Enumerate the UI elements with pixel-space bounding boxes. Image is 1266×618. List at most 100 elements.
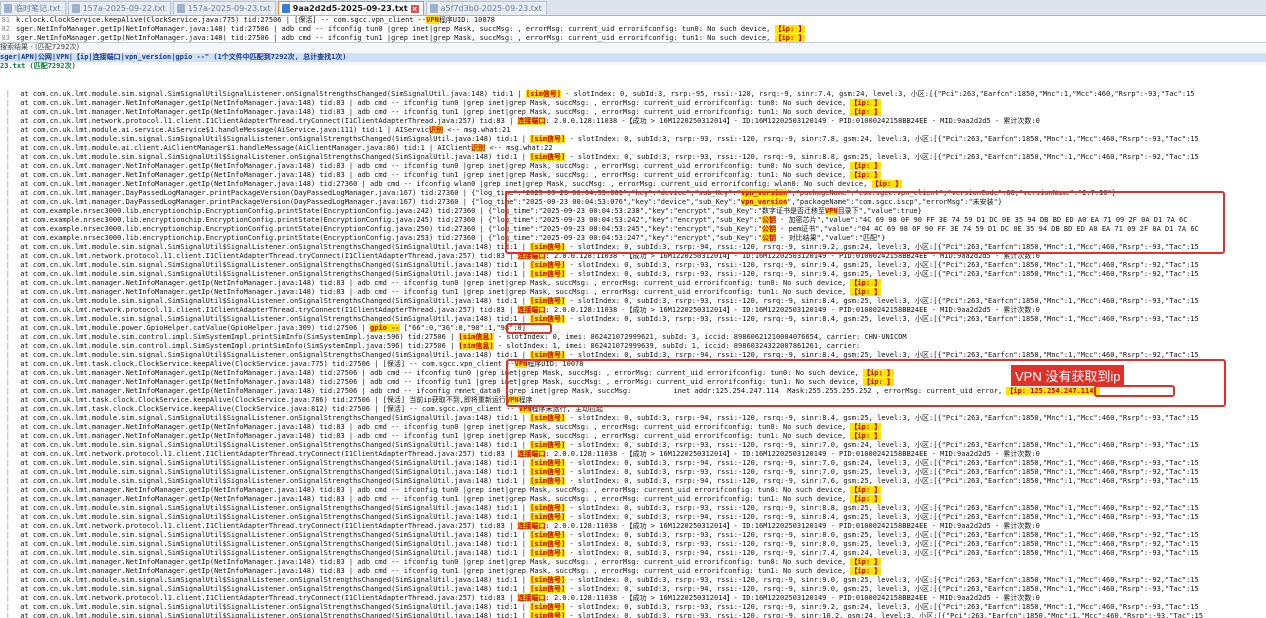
result-gutter: | (5, 450, 10, 458)
result-text: at com.cn.uk.lmt.network.protocol.l1.cli… (16, 117, 1040, 125)
result-line[interactable]: | at com.cn.uk.lmt.module.sim.signal.Sim… (0, 297, 1266, 306)
result-line[interactable]: | at com.cn.uk.lmt.module.sim.signal.Sim… (0, 504, 1266, 513)
search-match-highlight: 识别 (429, 126, 444, 134)
result-text: at com.cn.uk.lmt.manager.NetInfoManager.… (16, 171, 882, 179)
result-gutter: | (5, 135, 10, 143)
result-line[interactable]: | at com.cn.uk.lmt.network.protocol.l1.c… (0, 594, 1266, 603)
result-line[interactable]: | at com.cn.uk.lmt.network.protocol.l1.c… (0, 117, 1266, 126)
results-log-pane[interactable]: | at com.cn.uk.lmt.module.sim.signal.Sim… (0, 90, 1266, 618)
result-line[interactable]: | at com.cn.uk.lmt.manager.NetInfoManage… (0, 171, 1266, 180)
result-line[interactable]: | at com.cn.uk.lmt.network.protocol.l1.c… (0, 522, 1266, 531)
search-match-highlight: 连接端口 (517, 306, 546, 314)
search-match-highlight: 【ip: 】 (774, 25, 806, 33)
result-line[interactable]: | at com.cn.uk.lmt.module.sim.control.im… (0, 333, 1266, 342)
result-line[interactable]: | at com.cn.uk.lmt.module.ai.client.AiCl… (0, 144, 1266, 153)
result-gutter: | (5, 270, 10, 278)
result-line[interactable]: | at com.cn.uk.lmt.module.sim.control.im… (0, 342, 1266, 351)
result-gutter: | (5, 432, 10, 440)
result-gutter: | (5, 513, 10, 521)
result-line[interactable]: | at com.cn.uk.lmt.module.sim.signal.Sim… (0, 540, 1266, 549)
result-gutter: | (5, 603, 10, 611)
search-match-highlight: 连接端口 (517, 117, 546, 125)
result-line[interactable]: | at com.cn.uk.lmt.module.ai.service.AiS… (0, 126, 1266, 135)
tab-1[interactable]: 157a-2025-09-22.txt (67, 1, 171, 15)
result-line[interactable]: | at com.cn.uk.lmt.module.sim.signal.Sim… (0, 585, 1266, 594)
result-gutter: | (5, 126, 10, 134)
result-line[interactable]: | at com.cn.uk.lmt.module.sim.signal.Sim… (0, 270, 1266, 279)
editor-line[interactable]: 81 k.clock.ClockService.keepAlive(ClockSe… (0, 16, 1266, 25)
result-line[interactable]: | at com.cn.uk.lmt.module.sim.signal.Sim… (0, 90, 1266, 99)
result-line[interactable]: | at com.cn.uk.lmt.manager.NetInfoManage… (0, 423, 1266, 432)
result-line[interactable]: | at com.cn.uk.lmt.manager.NetInfoManage… (0, 279, 1266, 288)
result-line[interactable]: | at com.cn.uk.lmt.network.protocol.l1.c… (0, 450, 1266, 459)
result-line[interactable]: | at com.cn.uk.lmt.module.sim.signal.Sim… (0, 414, 1266, 423)
result-gutter: | (5, 207, 10, 215)
tab-0[interactable]: 临时笔记.txt (0, 1, 66, 15)
result-text: at com.cn.uk.lmt.module.sim.signal.SimSi… (16, 477, 1199, 485)
result-line[interactable]: | at com.cn.uk.lmt.module.sim.signal.Sim… (0, 441, 1266, 450)
file-icon (281, 4, 290, 13)
result-text: at com.cn.uk.lmt.module.sim.signal.SimSi… (16, 270, 1199, 278)
search-match-highlight: [sim信号] (530, 612, 566, 618)
result-line[interactable]: | at com.cn.uk.lmt.module.sim.signal.Sim… (0, 612, 1266, 618)
top-editor-pane[interactable]: 81 k.clock.ClockService.keepAlive(ClockSe… (0, 16, 1266, 42)
result-text: at com.cn.uk.lmt.module.sim.signal.SimSi… (16, 351, 1199, 359)
result-line[interactable]: | at com.cn.uk.lmt.manager.NetInfoManage… (0, 180, 1266, 189)
tab-2[interactable]: 157a-2025-09-23.txt (172, 1, 276, 15)
result-line[interactable]: | at com.cn.uk.lmt.manager.NetInfoManage… (0, 558, 1266, 567)
result-text: at com.cn.uk.lmt.module.sim.signal.SimSi… (16, 459, 1199, 467)
line-number: 83 (1, 34, 10, 42)
result-gutter: | (5, 360, 10, 368)
result-text: at com.cn.uk.lmt.module.sim.signal.SimSi… (16, 504, 1199, 512)
result-line[interactable]: | at com.cn.uk.lmt.module.sim.signal.Sim… (0, 315, 1266, 324)
result-line[interactable]: | at com.cn.uk.lmt.module.sim.signal.Sim… (0, 576, 1266, 585)
result-gutter: | (5, 378, 10, 386)
result-line[interactable]: | at com.cn.uk.lmt.manager.NetInfoManage… (0, 99, 1266, 108)
result-text: at com.cn.uk.lmt.manager.NetInfoManager.… (16, 486, 882, 494)
result-line[interactable]: | at com.cn.uk.lmt.module.sim.signal.Sim… (0, 603, 1266, 612)
close-tab-icon[interactable]: × (410, 4, 419, 13)
vpn-version-annotation-box (505, 191, 1225, 254)
result-gutter: | (5, 153, 10, 161)
file-icon (429, 4, 438, 13)
tab-label: 9aa2d2d5-2025-09-23.txt (292, 4, 408, 13)
result-line[interactable]: | at com.cn.uk.lmt.module.sim.signal.Sim… (0, 459, 1266, 468)
result-text: at com.cn.uk.lmt.manager.NetInfoManager.… (16, 495, 882, 503)
result-line[interactable]: | at com.cn.uk.lmt.module.sim.signal.Sim… (0, 468, 1266, 477)
editor-line[interactable]: 83 sger.NetInfoManager.getIp(NetInfoManag… (0, 34, 1266, 42)
line-text: k.clock.ClockService.keepAlive(ClockServ… (16, 16, 495, 24)
result-line[interactable]: | at com.cn.uk.lmt.manager.NetInfoManage… (0, 495, 1266, 504)
result-line[interactable]: | at com.cn.uk.lmt.manager.NetInfoManage… (0, 567, 1266, 576)
search-query-row[interactable]: sger|APN|公网|VPN|【ip|连接端口|vpn_version|gpi… (0, 53, 1266, 62)
file-match-row[interactable]: 23.txt (匹配7292次) (0, 62, 1266, 71)
tab-4[interactable]: a5f7d3b0-2025-09-23.txt (425, 1, 547, 15)
result-line[interactable]: | at com.cn.uk.lmt.manager.NetInfoManage… (0, 288, 1266, 297)
result-line[interactable]: | at com.cn.uk.lmt.manager.NetInfoManage… (0, 432, 1266, 441)
search-match-highlight: [sim信息] (458, 333, 494, 341)
result-line[interactable]: | at com.cn.uk.lmt.module.sim.signal.Sim… (0, 549, 1266, 558)
result-line[interactable]: | at com.cn.uk.lmt.module.sim.signal.Sim… (0, 153, 1266, 162)
result-text: at com.cn.uk.lmt.module.sim.signal.SimSi… (16, 414, 1199, 422)
result-line[interactable]: | at com.cn.uk.lmt.module.sim.signal.Sim… (0, 261, 1266, 270)
result-text: at com.cn.uk.lmt.module.sim.signal.SimSi… (16, 441, 1199, 449)
result-gutter: | (5, 333, 10, 341)
result-line[interactable]: | at com.cn.uk.lmt.network.protocol.l1.c… (0, 306, 1266, 315)
editor-line[interactable]: 82 sger.NetInfoManager.getIp(NetInfoManag… (0, 25, 1266, 34)
result-line[interactable]: | at com.cn.uk.lmt.module.sim.signal.Sim… (0, 477, 1266, 486)
line-number: 81 (1, 16, 10, 24)
result-line[interactable]: | at com.cn.uk.lmt.manager.NetInfoManage… (0, 486, 1266, 495)
tab-label: a5f7d3b0-2025-09-23.txt (440, 4, 542, 13)
search-match-highlight: [sim信号] (530, 441, 566, 449)
result-line[interactable]: | at com.cn.uk.lmt.module.sim.signal.Sim… (0, 135, 1266, 144)
result-gutter: | (5, 288, 10, 296)
result-gutter: | (5, 405, 10, 413)
result-line[interactable]: | at com.cn.uk.lmt.module.sim.signal.Sim… (0, 531, 1266, 540)
result-line[interactable]: | at com.cn.uk.lmt.manager.NetInfoManage… (0, 108, 1266, 117)
result-line[interactable]: | at com.cn.uk.lmt.module.power.GpioHelp… (0, 324, 1266, 333)
result-text: at com.cn.uk.lmt.module.sim.signal.SimSi… (16, 540, 1199, 548)
result-line[interactable]: | at com.cn.uk.lmt.module.sim.signal.Sim… (0, 513, 1266, 522)
result-gutter: | (5, 162, 10, 170)
search-match-highlight: 【ip: 】 (850, 495, 882, 503)
result-line[interactable]: | at com.cn.uk.lmt.manager.NetInfoManage… (0, 162, 1266, 171)
tab-3[interactable]: 9aa2d2d5-2025-09-23.txt × (277, 1, 424, 15)
